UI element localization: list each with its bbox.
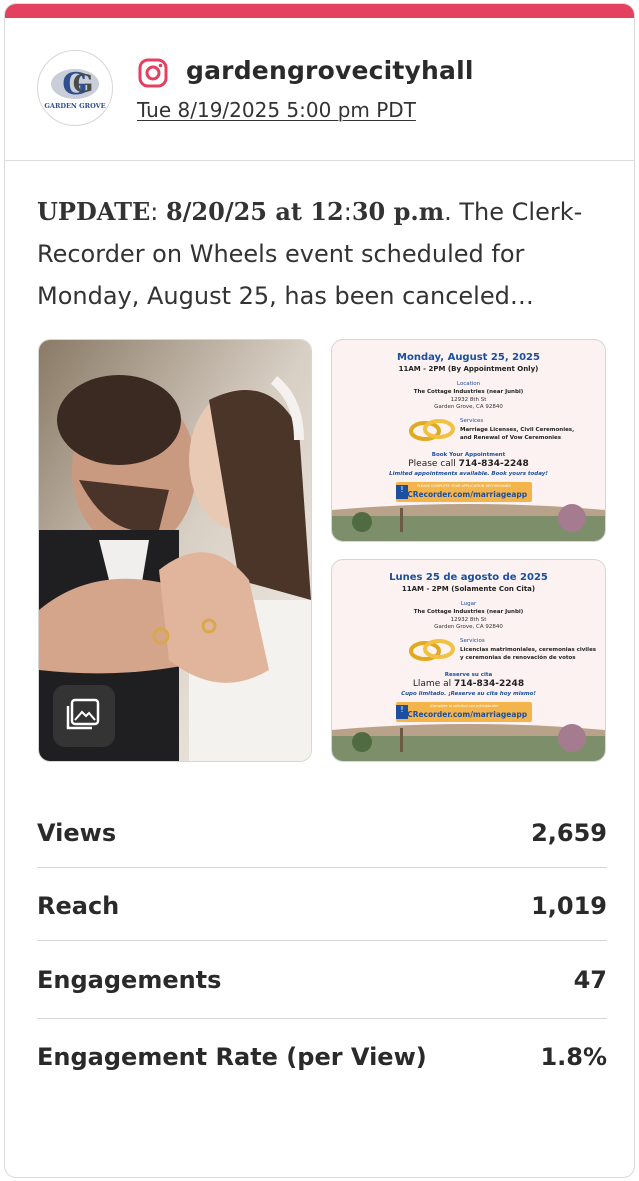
stat-value: 1,019 <box>531 892 607 920</box>
flyer-es-services-1: Licencias matrimoniales, ceremonias civi… <box>460 647 597 653</box>
account-username[interactable]: gardengrovecityhall <box>186 56 474 85</box>
stat-label: Views <box>37 819 117 847</box>
flyer-en-book-label: Book Your Appointment <box>431 452 506 458</box>
stat-row-reach: Reach 1,019 <box>37 868 607 941</box>
media-photo-wedding[interactable] <box>38 339 312 762</box>
flyer-en-services-2: and Renewal of Vow Ceremonies <box>460 435 562 441</box>
flyer-es-book-label: Reserve su cita <box>444 672 493 678</box>
flyer-es-location-label: Lugar <box>460 601 477 607</box>
flyer-en-url-box: PLEASE COMPLETE YOUR APPLICATION BEFOREH… <box>396 482 532 502</box>
post-datetime-link[interactable]: Tue 8/19/2025 5:00 pm PDT <box>137 98 416 122</box>
stat-value: 2,659 <box>531 819 607 847</box>
flyer-es-call: Llame al 714-834-2248 <box>332 679 605 689</box>
flyer-en-alert-icon: ! <box>396 485 408 499</box>
flyer-es-limited: Cupo limitado. ¡Reserve su cita hoy mism… <box>401 691 536 697</box>
flyer-es-street: 12932 8th St <box>450 617 487 623</box>
flyer-en-date: Monday, August 25, 2025 <box>397 352 540 363</box>
flyer-en-city: Garden Grove, CA 92840 <box>434 404 503 410</box>
flyer-es-venue: The Cottage Industries (near Junbi) <box>413 609 524 615</box>
gallery-icon <box>66 698 100 730</box>
flyer-en-call: Please call 714-834-2248 <box>332 459 605 469</box>
accent-bar <box>5 4 634 18</box>
flyer-es-alert-icon: ! <box>396 705 408 719</box>
stat-label: Reach <box>37 892 120 920</box>
flyer-es-scenery <box>332 724 605 761</box>
flyer-es-call-prefix: Llame al <box>412 679 454 689</box>
update-time: 30 p.m <box>351 197 445 226</box>
avatar[interactable]: G G GARDEN GROVE <box>37 50 113 126</box>
gallery-button[interactable] <box>53 685 115 747</box>
flyer-en-services-1: Marriage Licenses, Civil Ceremonies, <box>460 427 575 433</box>
flyer-es-services-label: Servicios <box>460 638 485 644</box>
flyer-es-services-2: y ceremonias de renovación de votos <box>460 655 576 661</box>
post-card: G G GARDEN GROVE gardengrovecityhall Tue… <box>4 3 635 1178</box>
stat-label: Engagement Rate (per View) <box>37 1043 427 1071</box>
flyer-en-call-prefix: Please call <box>408 459 459 469</box>
flyer-es-date: Lunes 25 de agosto de 2025 <box>389 572 548 583</box>
flyer-en-app-note: PLEASE COMPLETE YOUR APPLICATION BEFOREH… <box>416 484 512 488</box>
stat-row-engagements: Engagements 47 <box>37 942 607 1019</box>
flyer-en-time: 11AM - 2PM (By Appointment Only) <box>398 365 539 373</box>
flyer-english: Monday, August 25, 2025 11AM - 2PM (By A… <box>332 340 605 541</box>
flyer-en-scenery <box>332 504 605 541</box>
flyer-es-time: 11AM - 2PM (Solamente Con Cita) <box>401 585 536 593</box>
flyer-en-venue: The Cottage Industries (near Junbi) <box>413 389 524 395</box>
flyer-en-services-label: Services <box>460 418 484 424</box>
svg-text:GARDEN GROVE: GARDEN GROVE <box>44 102 105 110</box>
stat-label: Engagements <box>37 966 222 994</box>
flyer-en-street: 12932 8th St <box>450 397 487 403</box>
flyer-es-city: Garden Grove, CA 92840 <box>434 624 503 630</box>
rings-icon <box>409 639 455 661</box>
media-flyer-english[interactable]: Monday, August 25, 2025 11AM - 2PM (By A… <box>331 339 606 542</box>
flyer-es-phone: 714-834-2248 <box>453 679 525 689</box>
flyer-es-app-note: ¡Complete la solicitud con anticipación! <box>429 704 499 708</box>
rings-icon <box>409 419 455 441</box>
svg-text:G: G <box>73 69 94 98</box>
update-date: 8/20/25 at 12 <box>165 197 344 226</box>
stat-value: 47 <box>573 966 607 994</box>
garden-grove-logo-icon: G G GARDEN GROVE <box>44 67 105 110</box>
media-flyer-spanish[interactable]: Lunes 25 de agosto de 2025 11AM - 2PM (S… <box>331 559 606 762</box>
flyer-es-url: OCRecorder.com/marriageapp <box>400 710 528 719</box>
flyer-en-limited: Limited appointments available. Book you… <box>389 471 548 477</box>
flyer-en-location-label: Location <box>456 381 481 387</box>
post-text: UPDATE: 8/20/25 at 12:30 p.m. The Clerk-… <box>37 197 583 310</box>
flyer-en-url: OCRecorder.com/marriageapp <box>400 490 528 499</box>
update-label: UPDATE <box>37 197 151 226</box>
stat-value: 1.8% <box>540 1043 607 1071</box>
instagram-icon <box>138 58 168 88</box>
flyer-spanish: Lunes 25 de agosto de 2025 11AM - 2PM (S… <box>332 560 605 761</box>
stat-row-engagement-rate: Engagement Rate (per View) 1.8% <box>37 1019 607 1091</box>
stat-row-views: Views 2,659 <box>37 795 607 868</box>
flyer-es-url-box: ¡Complete la solicitud con anticipación!… <box>396 702 532 722</box>
post-header: G G GARDEN GROVE gardengrovecityhall Tue… <box>5 18 634 161</box>
flyer-en-phone: 714-834-2248 <box>458 459 529 469</box>
